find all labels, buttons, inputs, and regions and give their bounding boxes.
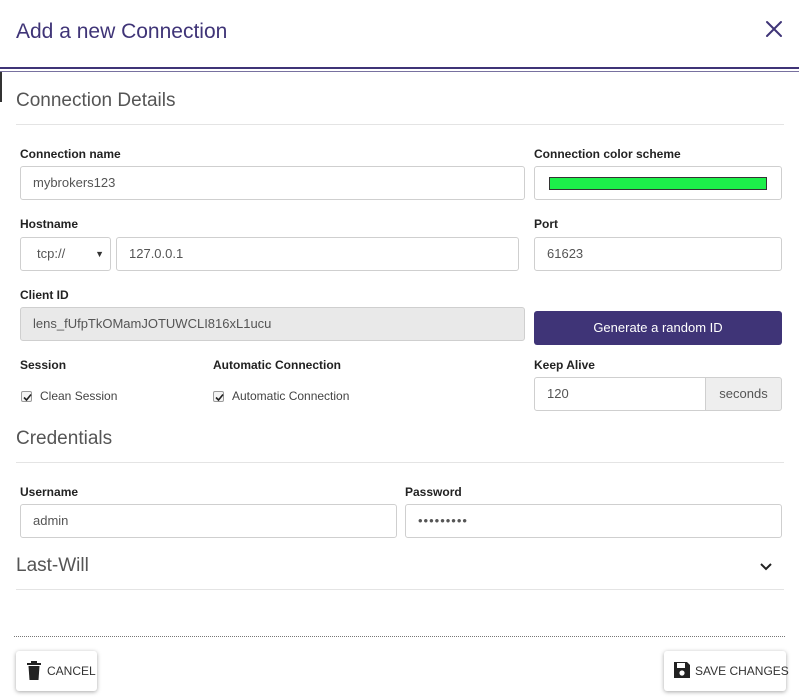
section-title-credentials: Credentials: [16, 428, 113, 449]
header-divider: [0, 67, 799, 69]
username-label: Username: [20, 485, 79, 499]
generate-random-id-button[interactable]: Generate a random ID: [534, 311, 782, 345]
section-title-connection-details: Connection Details: [16, 90, 176, 111]
dialog-title: Add a new Connection: [16, 20, 228, 43]
trash-icon: [26, 661, 42, 684]
hostname-input[interactable]: 127.0.0.1: [116, 237, 519, 271]
cancel-button[interactable]: CANCEL: [16, 651, 97, 691]
connection-dialog: Add a new Connection Connection Details …: [0, 0, 799, 700]
header-divider-secondary: [0, 71, 799, 72]
username-input[interactable]: admin: [20, 504, 397, 538]
keep-alive-unit: seconds: [705, 377, 782, 411]
color-swatch: [549, 177, 767, 190]
dialog-header: Add a new Connection: [0, 0, 799, 67]
protocol-select[interactable]: tcp:// ▼: [20, 237, 111, 271]
port-label: Port: [534, 217, 558, 231]
keep-alive-label: Keep Alive: [534, 358, 595, 372]
port-input[interactable]: 61623: [534, 237, 782, 271]
caret-down-icon: ▼: [95, 249, 104, 259]
client-id-label: Client ID: [20, 288, 69, 302]
window-edge: [0, 72, 2, 102]
connection-name-label: Connection name: [20, 147, 121, 161]
automatic-connection-label: Automatic Connection: [213, 358, 341, 372]
clean-session-checkbox[interactable]: [21, 391, 32, 402]
automatic-connection-checkbox[interactable]: [213, 391, 224, 402]
color-scheme-picker[interactable]: [534, 166, 782, 200]
section-divider: [16, 589, 784, 590]
color-scheme-label: Connection color scheme: [534, 147, 681, 161]
chevron-down-icon[interactable]: [758, 560, 774, 572]
protocol-select-value: tcp://: [37, 246, 66, 261]
cancel-label: CANCEL: [47, 664, 96, 678]
save-changes-label: SAVE CHANGES: [695, 664, 789, 678]
section-divider: [16, 124, 784, 125]
hostname-label: Hostname: [20, 217, 79, 231]
floppy-disk-icon: [673, 661, 691, 682]
clean-session-label: Clean Session: [40, 389, 118, 403]
password-input[interactable]: •••••••••: [405, 504, 782, 538]
automatic-connection-checkbox-label: Automatic Connection: [232, 389, 350, 403]
client-id-input[interactable]: lens_fUfpTkOMamJOTUWCLI816xL1ucu: [20, 307, 525, 341]
password-label: Password: [405, 485, 462, 499]
connection-name-input[interactable]: mybrokers123: [20, 166, 525, 200]
save-changes-button[interactable]: SAVE CHANGES: [664, 651, 789, 691]
section-title-last-will[interactable]: Last-Will: [16, 555, 89, 577]
session-label: Session: [20, 358, 67, 372]
close-icon[interactable]: [763, 18, 785, 40]
footer-divider: [14, 636, 785, 637]
section-divider: [16, 462, 784, 463]
keep-alive-input[interactable]: 120: [534, 377, 706, 411]
